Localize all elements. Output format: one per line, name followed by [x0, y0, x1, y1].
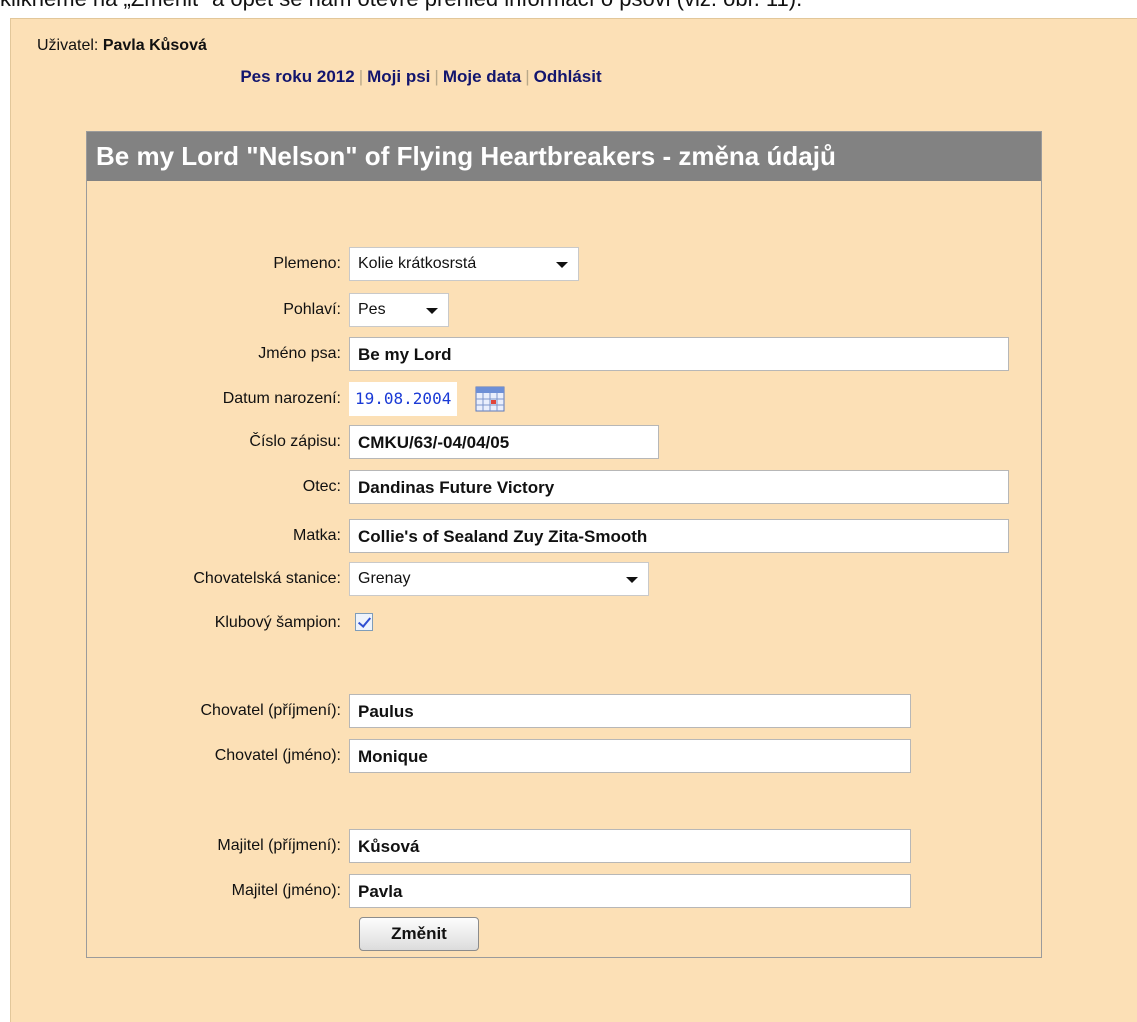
kennel-value: Grenay	[358, 570, 411, 587]
row-father: Otec: Dandinas Future Victory	[87, 470, 1041, 506]
dog-name-label: Jméno psa:	[258, 345, 341, 362]
breeder-surname-field[interactable]: Paulus	[349, 694, 911, 728]
sex-value: Pes	[358, 301, 386, 318]
mother-label: Matka:	[292, 527, 341, 544]
row-breeder-name: Chovatel (jméno): Monique	[87, 739, 1041, 775]
kennel-select[interactable]: Grenay	[349, 562, 649, 596]
breeder-name-label: Chovatel (jméno):	[214, 747, 341, 764]
champion-label: Klubový šampion:	[214, 614, 341, 631]
sex-select[interactable]: Pes	[349, 293, 449, 327]
page-container: Uživatel: Pavla Kůsová Pes roku 2012 | Moj…	[10, 18, 1137, 1022]
change-button[interactable]: Změnit	[359, 917, 479, 951]
dog-name-field[interactable]: Be my Lord	[349, 337, 1009, 371]
breed-select[interactable]: Kolie krátkosrstá	[349, 247, 579, 281]
owner-surname-field[interactable]: Kůsová	[349, 829, 911, 863]
row-mother: Matka: Collie's of Sealand Zuy Zita-Smoo…	[87, 519, 1041, 555]
row-dog-name: Jméno psa: Be my Lord	[87, 337, 1041, 373]
owner-name-field[interactable]: Pavla	[349, 874, 911, 908]
nav-separator: |	[358, 67, 364, 86]
edit-panel: Be my Lord "Nelson" of Flying Heartbreak…	[86, 131, 1042, 958]
row-submit: Změnit	[87, 917, 1041, 953]
row-kennel: Chovatelská stanice: Grenay	[87, 562, 1041, 598]
champion-checkbox[interactable]	[355, 613, 373, 631]
user-info: Uživatel: Pavla Kůsová	[37, 37, 207, 55]
panel-title: Be my Lord "Nelson" of Flying Heartbreak…	[87, 132, 1041, 181]
owner-name-label: Majitel (jméno):	[231, 882, 341, 899]
row-registration: Číslo zápisu: CMKU/63/-04/04/05	[87, 425, 1041, 461]
user-label: Uživatel:	[37, 37, 99, 54]
nav-separator: |	[434, 67, 439, 86]
father-field[interactable]: Dandinas Future Victory	[349, 470, 1009, 504]
nav-dog-of-year[interactable]: Pes roku 2012	[240, 67, 354, 86]
row-champion: Klubový šampion:	[87, 606, 1041, 642]
row-breed: Plemeno: Kolie krátkosrstá	[87, 247, 1041, 283]
row-birth-date: Datum narození: 19.08.2004	[87, 382, 1041, 418]
top-nav: Pes roku 2012 | Moji psi | Moje data | Odhlási…	[11, 67, 831, 87]
mother-field[interactable]: Collie's of Sealand Zuy Zita-Smooth	[349, 519, 1009, 553]
owner-surname-label: Majitel (příjmení):	[217, 837, 341, 854]
chevron-down-icon	[626, 577, 638, 583]
calendar-icon[interactable]	[475, 386, 505, 412]
chevron-down-icon	[426, 308, 438, 314]
breeder-surname-label: Chovatel (příjmení):	[200, 702, 342, 719]
breed-value: Kolie krátkosrstá	[358, 255, 477, 272]
kennel-label: Chovatelská stanice:	[193, 570, 341, 587]
registration-label: Číslo zápisu:	[249, 433, 341, 450]
father-label: Otec:	[302, 478, 341, 495]
birth-date-field[interactable]: 19.08.2004	[349, 382, 458, 416]
birth-date-label: Datum narození:	[222, 390, 341, 407]
chevron-down-icon	[556, 262, 568, 268]
nav-logout[interactable]: Odhlásit	[534, 67, 602, 86]
row-owner-surname: Majitel (příjmení): Kůsová	[87, 829, 1041, 865]
registration-field[interactable]: CMKU/63/-04/04/05	[349, 425, 659, 459]
nav-my-data[interactable]: Moje data	[443, 67, 521, 86]
breed-label: Plemeno:	[273, 255, 341, 272]
row-owner-name: Majitel (jméno): Pavla	[87, 874, 1041, 910]
nav-separator: |	[525, 67, 530, 86]
document-caption: klikneme na „Změnit" a opět se nám otevř…	[0, 0, 1137, 12]
row-sex: Pohlaví: Pes	[87, 293, 1041, 329]
nav-my-dogs[interactable]: Moji psi	[367, 67, 430, 86]
row-breeder-surname: Chovatel (příjmení): Paulus	[87, 694, 1041, 730]
user-name: Pavla Kůsová	[102, 37, 207, 54]
sex-label: Pohlaví:	[283, 301, 341, 318]
breeder-name-field[interactable]: Monique	[349, 739, 911, 773]
